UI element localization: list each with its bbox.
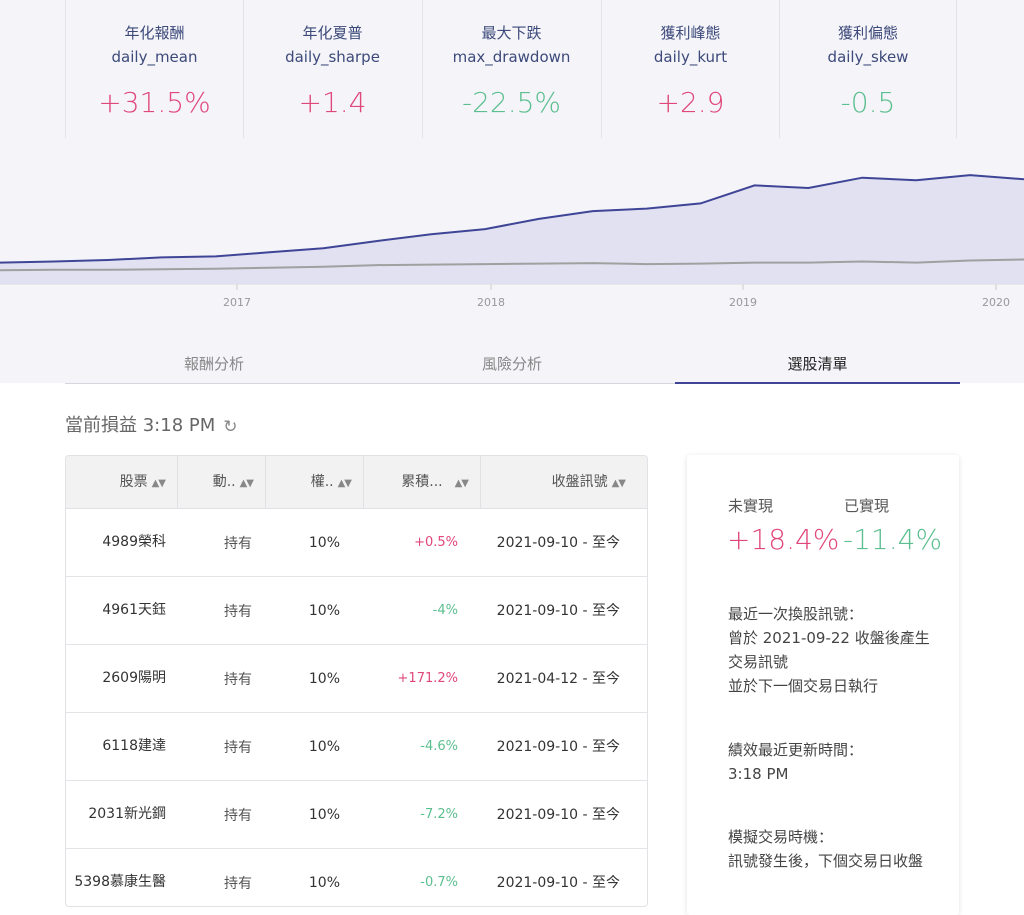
header-action[interactable]: 動.. ▲▼ (178, 456, 266, 508)
tab-stock-list[interactable]: 選股清單 (675, 345, 960, 384)
stock-name: 4961天鈺 (102, 602, 166, 618)
metric-title: 年化報酬 (124, 24, 185, 42)
stock-return: -4.6% (420, 739, 458, 754)
stock-name: 6118建達 (102, 738, 166, 754)
stock-return: -4% (432, 603, 458, 618)
header-signal[interactable]: 收盤訊號 ▲▼ (481, 456, 647, 508)
x-tick-label: 2019 (729, 296, 757, 309)
stock-action: 持有 (224, 603, 252, 620)
metric-key: daily_mean (111, 48, 198, 66)
unrealized-value: +18.4% (727, 523, 840, 556)
header-stock[interactable]: 股票 ▲▼ (66, 456, 178, 508)
refresh-icon[interactable]: ↻ (223, 417, 237, 437)
table-row[interactable]: 2609陽明 持有 10% +171.2% 2021-04-12 - 至今 (66, 645, 647, 713)
x-tick-label: 2017 (223, 296, 251, 309)
stock-weight: 10% (308, 806, 340, 823)
metric-daily-sharpe: 年化夏普 daily_sharpe +1.4 (243, 0, 421, 138)
performance-panel: 年化報酬 daily_mean +31.5% 年化夏普 daily_sharpe… (0, 0, 1024, 384)
metric-key: daily_sharpe (285, 48, 380, 66)
stock-action: 持有 (224, 807, 252, 824)
table-header: 股票 ▲▼ 動.. ▲▼ 權.. ▲▼ 累積... ▲▼ 收盤訊號 ▲▼ (66, 456, 647, 509)
stock-weight: 10% (308, 602, 340, 619)
metric-daily-mean: 年化報酬 daily_mean +31.5% (65, 0, 243, 138)
stock-action: 持有 (224, 535, 252, 552)
stock-name: 2609陽明 (102, 670, 166, 686)
series-area (0, 175, 1024, 284)
sort-icon: ▲▼ (151, 478, 166, 489)
stock-action: 持有 (224, 671, 252, 688)
header-label: 股票 (119, 474, 148, 490)
stock-name: 4989榮科 (102, 534, 166, 550)
stock-signal: 2021-09-10 - 至今 (496, 874, 620, 891)
metric-value: -22.5% (461, 86, 562, 119)
metric-value: +2.9 (656, 86, 725, 119)
table-row[interactable]: 4989榮科 持有 10% +0.5% 2021-09-10 - 至今 (66, 509, 647, 577)
table-row[interactable]: 6118建達 持有 10% -4.6% 2021-09-10 - 至今 (66, 713, 647, 781)
stock-weight: 10% (308, 670, 340, 687)
realized-label: 已實現 (844, 497, 890, 515)
sort-icon: ▲▼ (239, 478, 254, 489)
equity-curve-svg: 2017 2018 2019 2020 (0, 174, 1024, 309)
stock-return: +171.2% (397, 671, 458, 686)
unrealized-label: 未實現 (728, 497, 774, 515)
header-return[interactable]: 累積... ▲▼ (364, 456, 481, 508)
metric-key: daily_kurt (653, 48, 728, 66)
x-tick-label: 2020 (982, 296, 1010, 309)
stock-weight: 10% (308, 534, 340, 551)
metric-value: -0.5 (840, 86, 896, 119)
equity-curve-chart: 2017 2018 2019 2020 (0, 150, 1024, 320)
analysis-tabs: 報酬分析 風險分析 選股清單 (65, 345, 960, 384)
sort-icon: ▲▼ (337, 478, 352, 489)
sim-timing-info: 模擬交易時機： 訊號發生後，下個交易日收盤 (728, 828, 924, 870)
tab-returns[interactable]: 報酬分析 (65, 345, 363, 383)
stock-signal: 2021-04-12 - 至今 (496, 670, 620, 687)
metric-key: daily_skew (827, 48, 909, 66)
stock-return: +0.5% (414, 535, 458, 550)
update-time-info: 績效最近更新時間： 3:18 PM (728, 741, 864, 783)
header-label: 累積... (401, 474, 443, 490)
stock-action: 持有 (224, 739, 252, 756)
stock-signal: 2021-09-10 - 至今 (496, 806, 620, 823)
sort-icon: ▲▼ (454, 478, 469, 489)
stock-action: 持有 (224, 875, 252, 892)
metric-title: 最大下跌 (481, 24, 542, 42)
stock-signal: 2021-09-10 - 至今 (496, 602, 620, 619)
stock-weight: 10% (308, 738, 340, 755)
metric-daily-skew: 獲利偏態 daily_skew -0.5 (779, 0, 957, 138)
stock-name: 5398慕康生醫 (74, 874, 166, 890)
stock-signal: 2021-09-10 - 至今 (496, 534, 620, 551)
metric-value: +31.5% (98, 86, 211, 119)
metric-title: 獲利偏態 (837, 24, 898, 42)
section-header: 當前損益 3:18 PM ↻ (65, 411, 238, 437)
metric-key: max_drawdown (452, 48, 571, 66)
realized-value: -11.4% (843, 523, 943, 556)
metric-title: 獲利峰態 (660, 24, 721, 42)
metric-title: 年化夏普 (302, 24, 363, 42)
sort-icon: ▲▼ (611, 478, 626, 489)
header-label: 動.. (212, 474, 236, 490)
tab-risk[interactable]: 風險分析 (363, 345, 661, 383)
stock-return: -0.7% (420, 875, 458, 890)
holdings-table: 股票 ▲▼ 動.. ▲▼ 權.. ▲▼ 累積... ▲▼ 收盤訊號 ▲▼ 4989榮科 持有… (65, 455, 648, 907)
section-title: 當前損益 3:18 PM (65, 415, 216, 436)
metric-max-drawdown: 最大下跌 max_drawdown -22.5% (422, 0, 600, 138)
x-tick-label: 2018 (477, 296, 505, 309)
header-weight[interactable]: 權.. ▲▼ (266, 456, 364, 508)
header-label: 權.. (310, 474, 334, 490)
header-label: 收盤訊號 (551, 474, 608, 490)
stock-name: 2031新光鋼 (88, 806, 166, 822)
metrics-row: 年化報酬 daily_mean +31.5% 年化夏普 daily_sharpe… (0, 0, 1024, 138)
table-row[interactable]: 2031新光鋼 持有 10% -7.2% 2021-09-10 - 至今 (66, 781, 647, 849)
pnl-summary-card: 未實現 已實現 +18.4% -11.4% 最近一次換股訊號： 曾於 2021-… (687, 455, 959, 915)
last-signal-info: 最近一次換股訊號： 曾於 2021-09-22 收盤後產生交易訊號 並於下一個交… (728, 605, 930, 695)
metric-daily-kurt: 獲利峰態 daily_kurt +2.9 (601, 0, 779, 138)
table-row[interactable]: 5398慕康生醫 持有 10% -0.7% 2021-09-10 - 至今 (66, 849, 647, 906)
table-row[interactable]: 4961天鈺 持有 10% -4% 2021-09-10 - 至今 (66, 577, 647, 645)
stock-weight: 10% (308, 874, 340, 891)
metric-value: +1.4 (298, 86, 367, 119)
stock-return: -7.2% (420, 807, 458, 822)
stock-signal: 2021-09-10 - 至今 (496, 738, 620, 755)
